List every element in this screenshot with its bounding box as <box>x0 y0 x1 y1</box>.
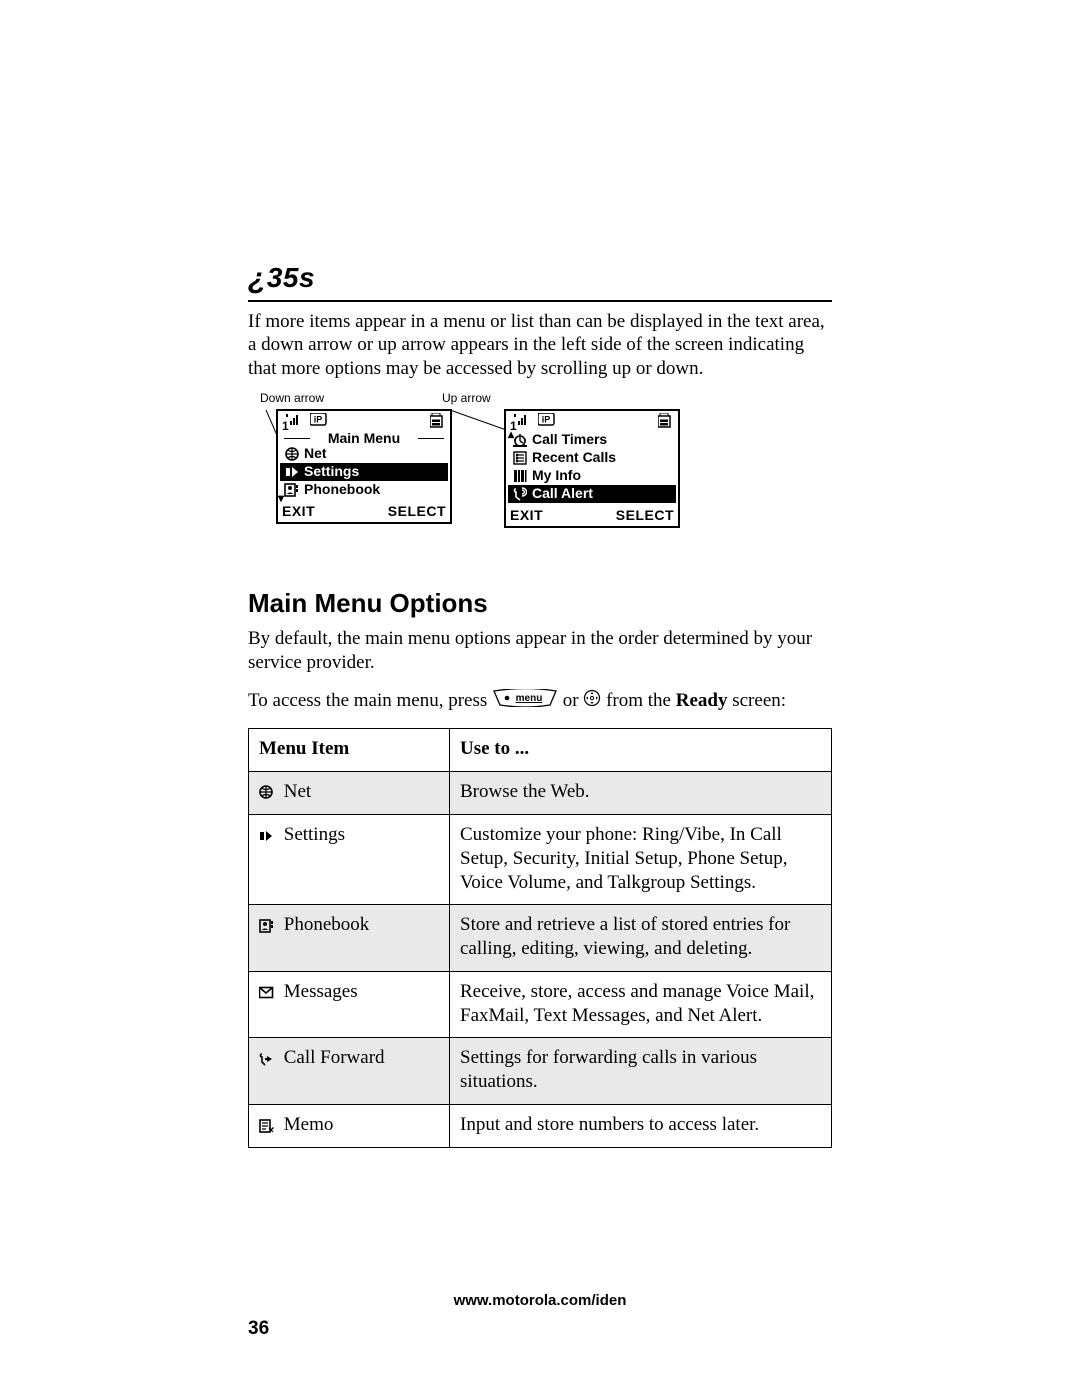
table-row: MessagesReceive, store, access and manag… <box>249 971 832 1038</box>
table-row: Call ForwardSettings for forwarding call… <box>249 1038 832 1105</box>
table-row: MemoInput and store numbers to access la… <box>249 1104 832 1148</box>
net-icon <box>284 447 300 461</box>
use-to-cell: Customize your phone: Ring/Vibe, In Call… <box>450 815 832 905</box>
col-menu-item: Menu Item <box>249 728 450 771</box>
phonebook-icon <box>284 483 300 497</box>
settings-icon <box>259 824 279 848</box>
use-to-cell: Settings for forwarding calls in various… <box>450 1038 832 1105</box>
softkey-select: SELECT <box>616 507 674 525</box>
signal-icon <box>286 413 300 427</box>
phone-screen-main-menu: 1 Main Menu Net Settings ▾ Phonebook <box>276 409 452 525</box>
recent-icon <box>512 451 528 465</box>
intro-paragraph: If more items appear in a menu or list t… <box>248 310 832 381</box>
menu-item-cell: Memo <box>249 1104 450 1148</box>
menu-item-call-alert: Call Alert <box>508 485 676 503</box>
menu-options-table: Menu Item Use to ... NetBrowse the Web. … <box>248 728 832 1149</box>
up-arrow-indicator: ▴ <box>508 429 514 439</box>
myinfo-icon <box>512 469 528 483</box>
phonebook-icon <box>259 914 279 938</box>
battery-icon <box>658 413 672 429</box>
menu-item-cell: Settings <box>249 815 450 905</box>
menu-key-icon: menu <box>492 689 558 714</box>
phone-screens-illustration: Down arrow Up arrow 1 Main Menu Net <box>248 391 832 531</box>
section-heading: Main Menu Options <box>248 587 832 620</box>
use-to-cell: Store and retrieve a list of stored entr… <box>450 905 832 972</box>
table-row: PhonebookStore and retrieve a list of st… <box>249 905 832 972</box>
model-label: ¿35s <box>248 262 315 293</box>
menu-item-my-info: My Info <box>508 467 676 485</box>
ip-icon <box>310 413 328 427</box>
col-use-to: Use to ... <box>450 728 832 771</box>
alert-icon <box>512 487 528 501</box>
menu-item-settings: Settings <box>280 463 448 481</box>
use-to-cell: Receive, store, access and manage Voice … <box>450 971 832 1038</box>
status-bar: 1 <box>506 411 678 431</box>
section-paragraph-1: By default, the main menu options appear… <box>248 627 832 675</box>
menu-item-cell: Messages <box>249 971 450 1038</box>
menu-item-net: Net <box>280 445 448 463</box>
timers-icon <box>512 433 528 447</box>
menu-item-recent-calls: Recent Calls <box>508 449 676 467</box>
softkey-exit: EXIT <box>510 507 543 525</box>
menu-item-cell: Call Forward <box>249 1038 450 1105</box>
svg-text:menu: menu <box>516 693 543 704</box>
settings-icon <box>284 465 300 479</box>
use-to-cell: Browse the Web. <box>450 771 832 815</box>
menu-item-cell: Phonebook <box>249 905 450 972</box>
battery-icon <box>430 413 444 429</box>
net-icon <box>259 780 279 804</box>
table-row: SettingsCustomize your phone: Ring/Vibe,… <box>249 815 832 905</box>
softkey-select: SELECT <box>388 503 446 521</box>
status-bar: 1 <box>278 411 450 431</box>
use-to-cell: Input and store numbers to access later. <box>450 1104 832 1148</box>
down-arrow-indicator: ▾ <box>278 493 284 503</box>
messages-icon <box>259 981 279 1005</box>
signal-icon <box>514 413 528 427</box>
menu-item-phonebook: ▾ Phonebook <box>280 481 448 499</box>
forward-icon <box>259 1047 279 1071</box>
section-paragraph-2: To access the main menu, press menu or f… <box>248 689 832 714</box>
menu-item-call-timers: Call Timers <box>508 431 676 449</box>
footer-url: www.motorola.com/iden <box>0 1292 1080 1311</box>
nav-key-icon <box>583 689 601 714</box>
menu-item-cell: Net <box>249 771 450 815</box>
softkey-exit: EXIT <box>282 503 315 521</box>
ip-icon <box>538 413 556 427</box>
model-header: ¿35s <box>248 260 832 302</box>
phone-screen-scrolled: 1 ▴ Call Timers Recent Calls My Info <box>504 409 680 529</box>
page-number: 36 <box>248 1317 269 1341</box>
table-row: NetBrowse the Web. <box>249 771 832 815</box>
screen-title: Main Menu <box>278 431 450 445</box>
memo-icon <box>259 1114 279 1138</box>
